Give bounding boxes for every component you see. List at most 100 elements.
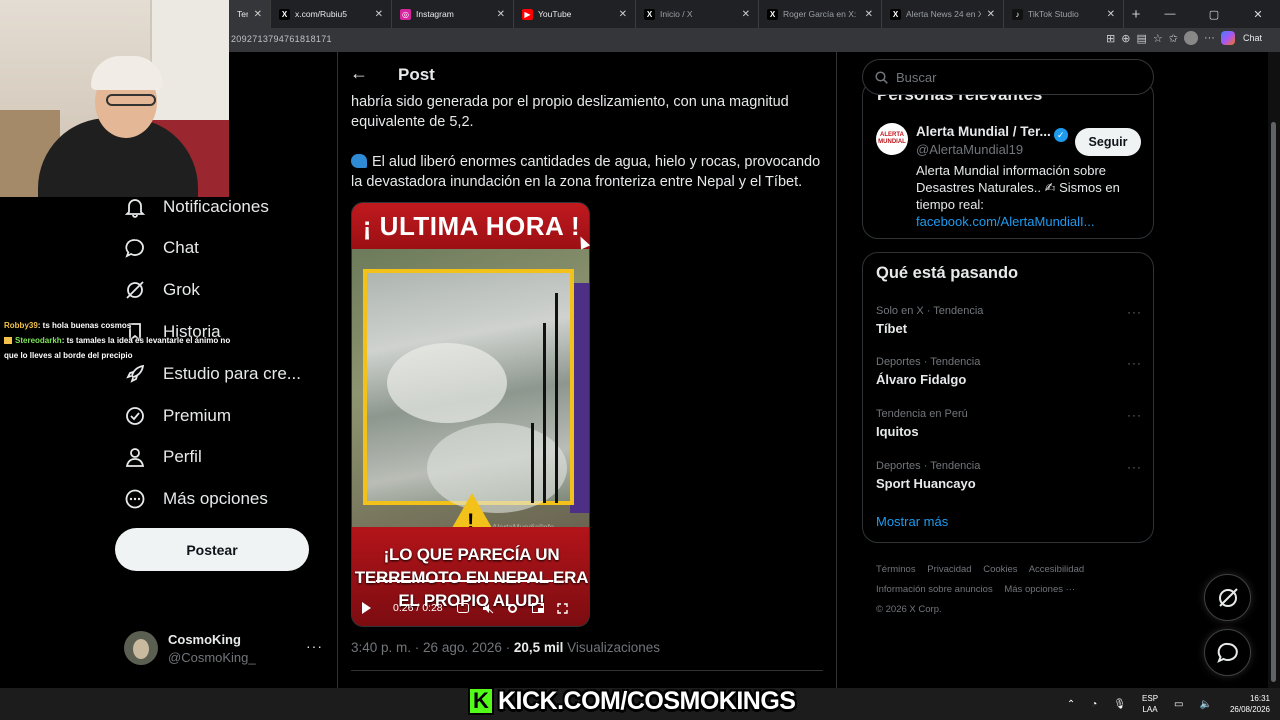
close-tab-icon[interactable]: ✕ [375,9,383,20]
x-icon: X [890,8,901,20]
footer-link[interactable]: Cookies [983,564,1017,575]
browser-tab[interactable]: X Inicio / X ✕ [636,0,759,28]
chevron-up-icon[interactable]: ⌃ [1067,699,1075,710]
apps-icon[interactable]: ⊞ [1106,32,1115,45]
relevant-account-name[interactable]: Alerta Mundial / Ter... ✓ [916,124,1068,142]
url-text[interactable]: 2092713794761818171 [231,34,332,44]
close-tab-icon[interactable]: ✕ [254,9,262,20]
close-window-icon[interactable]: ✕ [1236,8,1280,21]
video-player[interactable]: ¡ ULTIMA HORA ! ! AlertaMundialInfo ¡LO … [351,202,590,627]
zoom-icon[interactable]: ⊕ [1121,32,1130,45]
profile-avatar[interactable] [1183,31,1198,45]
settings-gear-icon[interactable] [507,603,519,614]
copilot-icon[interactable] [1220,31,1235,45]
close-tab-icon[interactable]: ✕ [742,9,750,20]
more-menu-icon[interactable]: ··· [1204,32,1215,44]
reader-icon[interactable]: ▤ [1136,32,1146,45]
display-icon[interactable]: ▭ [1174,699,1183,710]
browser-tab[interactable]: Terrem ✕ [229,0,271,28]
post-paragraph-text: El alud liberó enormes cantidades de agu… [351,154,821,190]
nav-item-premium[interactable]: Premium [122,401,231,431]
follow-button[interactable]: Seguir [1075,128,1141,156]
trend-context: Solo en X · Tendencia [876,305,984,317]
more-options-icon[interactable]: ··· [1127,460,1142,474]
trends-title: Qué está pasando [876,264,1019,282]
nav-item-más-opciones[interactable]: Más opciones [122,484,268,514]
close-tab-icon[interactable]: ✕ [865,9,873,20]
trend-name: Iquitos [876,424,919,439]
trend-context: Tendencia en Perú [876,408,968,420]
footer-link[interactable]: Términos [876,564,916,575]
tab-label: TikTok Studio [1028,9,1079,19]
trend-item[interactable]: Solo en X · Tendencia Tíbet ··· [876,305,1142,345]
close-tab-icon[interactable]: ✕ [497,9,505,20]
clock[interactable]: 16:31 26/08/2026 [1230,693,1270,715]
messages-fab[interactable] [1204,629,1251,676]
close-tab-icon[interactable]: ✕ [1107,9,1115,20]
volume-icon[interactable]: 🔈 [1200,699,1212,710]
scrollbar[interactable] [1268,52,1280,688]
stream-brand-text: KICK.COM/COSMOKINGS [498,686,796,715]
trend-item[interactable]: Deportes · Tendencia Álvaro Fidalgo ··· [876,356,1142,396]
account-more-icon[interactable]: ··· [306,638,323,654]
nav-item-grok[interactable]: Grok [122,275,200,305]
footer-link[interactable]: Accesibilidad [1029,564,1084,575]
fullscreen-icon[interactable] [557,602,569,614]
copilot-chat-label[interactable]: Chat [1243,33,1262,43]
more-options-icon[interactable]: ··· [1127,408,1142,422]
trend-name: Álvaro Fidalgo [876,372,967,387]
close-tab-icon[interactable]: ✕ [987,9,995,20]
post-paragraph: habría sido generada por el propio desli… [351,94,789,130]
clock-date: 26/08/2026 [1229,705,1270,714]
footer-link[interactable]: Más opciones ··· [1004,584,1075,595]
browser-tab[interactable]: X Alerta News 24 en X: " ✕ [882,0,1004,28]
more-circle-icon [122,486,148,512]
grok-fab[interactable] [1204,574,1251,621]
wifi-icon[interactable]: ◔ [1091,699,1097,710]
search-input[interactable]: Buscar [862,59,1154,95]
captions-icon[interactable] [456,603,469,614]
more-options-icon[interactable]: ··· [1127,305,1142,319]
show-more-link[interactable]: Mostrar más [876,514,948,529]
chat-username: Stereodarkh [15,336,62,345]
nav-item-perfil[interactable]: Perfil [122,442,202,472]
minimize-icon[interactable]: — [1148,8,1192,20]
copyright: © 2026 X Corp. [876,604,942,615]
browser-tab[interactable]: ♪ TikTok Studio ✕ [1004,0,1124,28]
new-tab-button[interactable]: + [1124,6,1148,23]
nav-item-chat[interactable]: Chat [122,233,199,263]
nav-item-label: Estudio para cre... [163,364,301,383]
footer-link[interactable]: Privacidad [927,564,971,575]
nav-item-label: Notificaciones [163,197,269,216]
language-indicator[interactable]: ESP LAA [1142,693,1158,715]
bio-link[interactable]: facebook.com/AlertaMundialI... [916,214,1094,229]
mute-icon[interactable] [482,603,494,614]
browser-tab[interactable]: Xx.com/Rubiu5 ✕ [271,0,392,28]
account-switcher[interactable]: CosmoKing @CosmoKing_ ··· [124,630,324,666]
more-options-icon[interactable]: ··· [1127,356,1142,370]
microphone-icon[interactable]: 🎙 [1113,699,1126,710]
account-logo[interactable]: ALERTA MUNDIAL [876,123,908,155]
trend-context: Deportes · Tendencia [876,460,981,472]
trend-context: Deportes · Tendencia [876,356,981,368]
scrollbar-thumb[interactable] [1271,122,1276,682]
trend-item[interactable]: Deportes · Tendencia Sport Huancayo ··· [876,460,1142,500]
video-time: 0:26 / 0:28 [393,602,443,614]
close-tab-icon[interactable]: ✕ [619,9,627,20]
back-arrow-icon[interactable]: ← [350,63,368,84]
nav-item-estudio-para-cre[interactable]: Estudio para cre... [122,359,301,389]
play-icon[interactable] [362,602,371,614]
favorite-star-icon[interactable]: ☆ [1153,32,1163,45]
window-controls: — ▢ ✕ [1148,0,1280,28]
browser-tab[interactable]: ◎ Instagram ✕ [392,0,514,28]
video-progress-bar[interactable] [376,580,566,582]
footer-link[interactable]: Información sobre anuncios [876,584,993,595]
trends-card: Qué está pasando Solo en X · Tendencia Tí… [862,252,1154,543]
pip-icon[interactable] [531,603,544,614]
maximize-icon[interactable]: ▢ [1192,8,1236,21]
favorites-icon[interactable]: ✩ [1169,32,1178,45]
trend-item[interactable]: Tendencia en Perú Iquitos ··· [876,408,1142,448]
post-button[interactable]: Postear [115,528,309,571]
browser-tab[interactable]: ▶ YouTube ✕ [514,0,636,28]
browser-tab[interactable]: X Roger García en X: " ✕ [759,0,882,28]
